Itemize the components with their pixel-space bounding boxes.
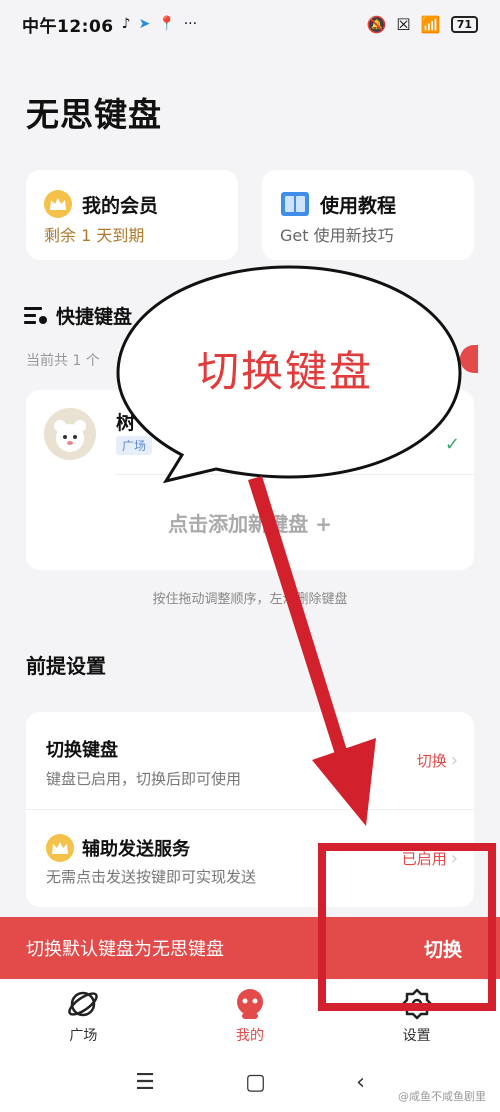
keyboard-count: 当前共 1 个 (26, 353, 100, 369)
pin-icon: 📍 (158, 16, 176, 32)
prereq-section-title: 前提设置 (26, 654, 106, 678)
tiktok-icon: ♪ (121, 16, 131, 32)
recents-button[interactable]: ☰ (135, 1070, 155, 1095)
tutorial-card-subtitle: Get 使用新技巧 (280, 226, 394, 245)
back-button[interactable]: ‹ (356, 1070, 365, 1095)
annotation-bubble-text: 切换键盘 (196, 347, 373, 396)
book-icon (281, 192, 309, 216)
crown-icon (44, 190, 72, 218)
planet-icon (68, 991, 99, 1017)
member-card[interactable]: 我的会员 剩余 1 天到期 (26, 170, 238, 260)
reorder-hint: 按住拖动调整顺序，左滑删除键盘 (152, 592, 348, 607)
nav-label-mine: 我的 (236, 1028, 264, 1044)
nav-item-square[interactable]: 广场 (0, 980, 167, 1052)
member-card-title: 我的会员 (82, 194, 159, 217)
crown-icon (46, 834, 74, 862)
nav-label-square: 广场 (69, 1028, 98, 1044)
home-button[interactable]: ▢ (245, 1070, 266, 1095)
status-bar: 中午12:06 ♪ ➤ 📍 ··· 🔕 ☒ 📶 71 (0, 0, 500, 48)
switch-keyboard-action[interactable]: 切换 › (417, 750, 458, 771)
arrow-app-icon: ➤ (138, 16, 151, 32)
sim-off-icon: ☒ (396, 14, 411, 34)
list-icon (24, 306, 47, 324)
keyboard-avatar (44, 408, 96, 460)
page-title: 无思键盘 (26, 95, 162, 134)
system-nav-bar: ☰ ▢ ‹ @咸鱼不咸鱼剧里 (0, 1052, 500, 1112)
chevron-right-icon: › (450, 750, 458, 771)
send-service-title: 辅助发送服务 (46, 834, 190, 862)
tutorial-card-title: 使用教程 (320, 194, 397, 217)
more-icon: ··· (183, 16, 198, 32)
nav-label-settings: 设置 (402, 1028, 431, 1044)
send-service-desc: 无需点击发送按键即可实现发送 (46, 868, 257, 886)
member-card-subtitle: 剩余 1 天到期 (44, 226, 145, 245)
annotation-highlight-box (318, 843, 496, 1011)
battery-icon: 71 (450, 15, 478, 33)
switch-keyboard-row[interactable]: 切换键盘 键盘已启用，切换后即可使用 切换 › (26, 712, 474, 808)
notification-icons: ♪ ➤ 📍 ··· (122, 16, 197, 32)
mute-icon: 🔕 (366, 14, 387, 34)
tutorial-card[interactable]: 使用教程 Get 使用新技巧 (262, 170, 474, 260)
mascot-icon (237, 989, 263, 1019)
status-time: 中午12:06 (22, 16, 114, 37)
nav-item-mine[interactable]: 我的 (167, 980, 334, 1052)
watermark: @咸鱼不咸鱼剧里 (398, 1090, 486, 1103)
switch-bar-text: 切换默认键盘为无思键盘 (26, 939, 224, 960)
switch-keyboard-title: 切换键盘 (46, 740, 118, 761)
wifi-icon: 📶 (420, 14, 441, 34)
switch-keyboard-desc: 键盘已启用，切换后即可使用 (46, 770, 242, 788)
add-keyboard-button[interactable]: 点击添加新键盘 + (26, 508, 474, 537)
